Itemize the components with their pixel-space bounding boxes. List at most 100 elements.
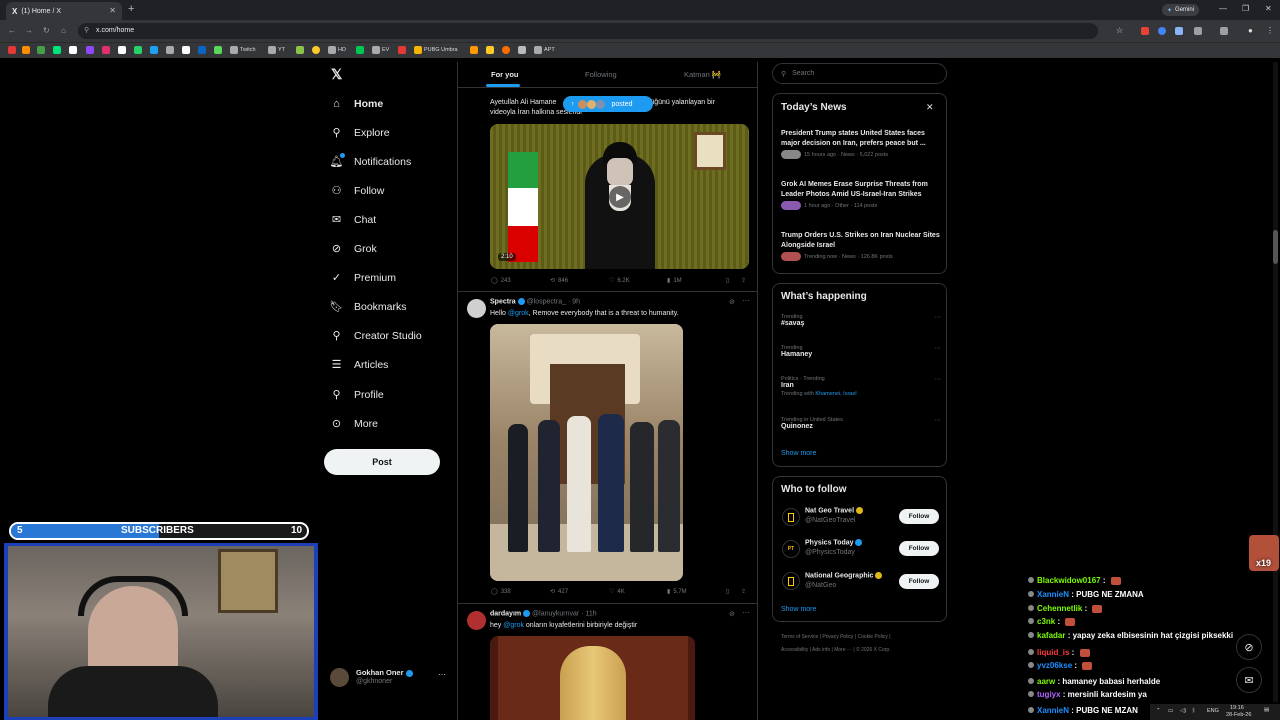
tweet-image[interactable] (490, 636, 695, 720)
avatar[interactable] (782, 508, 800, 526)
bookmark-item[interactable] (312, 46, 320, 54)
bookmark-star-icon[interactable]: ☆ (1116, 26, 1123, 35)
bookmark-item[interactable] (8, 46, 16, 54)
show-more-link[interactable]: Show more (781, 606, 816, 613)
bookmark-item[interactable] (470, 46, 478, 54)
profile-avatar-icon[interactable]: ● (1248, 26, 1253, 35)
bookmark-item[interactable] (102, 46, 110, 54)
nav-premium[interactable]: ✓ Premium (330, 271, 396, 285)
like-button[interactable]: ♡ 6.2K (609, 277, 630, 285)
forward-icon[interactable]: → (25, 26, 33, 35)
author-handle[interactable]: @lanuykurnvar (532, 610, 579, 617)
trend-more-icon[interactable]: ··· (934, 376, 941, 383)
footer-link[interactable]: Accessibility (781, 647, 808, 653)
extension-icon[interactable] (1175, 27, 1183, 35)
avatar[interactable] (467, 299, 486, 318)
bookmark-item[interactable] (214, 46, 222, 54)
extension-icon[interactable] (1158, 27, 1166, 35)
tray-chevron-icon[interactable]: ⌃ (1156, 708, 1161, 714)
footer-link[interactable]: Cookie Policy (858, 634, 888, 640)
grok-action-icon[interactable]: ⊘ (729, 610, 735, 618)
footer-link[interactable]: Privacy Policy (822, 634, 853, 640)
bookmark-item[interactable] (486, 46, 494, 54)
post-button[interactable]: Post (324, 449, 440, 475)
nav-grok[interactable]: ⊘ Grok (330, 242, 377, 256)
share-icon[interactable]: ⇪ (741, 277, 746, 284)
bookmark-item[interactable] (398, 46, 406, 54)
footer-link[interactable]: Terms of Service (781, 634, 818, 640)
tab-for-you[interactable]: For you (491, 70, 519, 79)
news-item[interactable]: Grok AI Memes Erase Surprise Threats fro… (781, 180, 941, 210)
suggested-account-name[interactable]: National Geographic (805, 572, 883, 579)
bookmark-folder-yt[interactable]: YT (268, 46, 285, 54)
mention-link[interactable]: @grok (503, 622, 524, 629)
show-more-link[interactable]: Show more (781, 450, 816, 457)
nav-notifications[interactable]: 🔔︎ Notifications (330, 153, 411, 168)
more-options-icon[interactable]: ··· (742, 296, 750, 305)
bookmark-item[interactable] (198, 46, 206, 54)
x-logo-icon[interactable]: 𝕏 (331, 66, 342, 83)
bookmark-folder-twitch[interactable]: Twitch (230, 46, 256, 54)
search-input[interactable]: ⚲ Search (772, 63, 947, 84)
follow-button[interactable]: Follow (899, 574, 939, 589)
bookmark-item[interactable] (182, 46, 190, 54)
nav-creator-studio[interactable]: ⚲ Creator Studio (330, 329, 421, 343)
new-tab-icon[interactable]: + (128, 3, 134, 15)
tweet-image[interactable] (490, 324, 683, 581)
follow-button[interactable]: Follow (899, 509, 939, 524)
nav-articles[interactable]: ☰ Articles (330, 358, 389, 372)
close-icon[interactable]: ✕ (926, 102, 934, 113)
share-icon[interactable]: ⇪ (741, 588, 746, 595)
close-window-icon[interactable]: ✕ (1265, 4, 1272, 13)
author-handle[interactable]: @lospectra_ (527, 298, 566, 305)
bluetooth-icon[interactable]: ᛒ (1192, 708, 1195, 714)
minimize-icon[interactable]: — (1219, 4, 1227, 13)
notification-center-icon[interactable]: ▤ (1264, 707, 1269, 713)
views-button[interactable]: ▮ 1M (667, 277, 682, 285)
like-button[interactable]: ♡ 4K (609, 588, 625, 596)
repost-button[interactable]: ⟲ 427 (550, 588, 568, 596)
side-panel-icon[interactable] (1220, 27, 1228, 35)
nav-follow[interactable]: ⚇ Follow (330, 184, 385, 198)
bookmark-item[interactable] (518, 46, 526, 54)
reply-button[interactable]: ◯ 338 (491, 588, 511, 596)
bookmark-pubg-umbra[interactable]: PUBG Umbra (414, 46, 458, 54)
back-icon[interactable]: ← (8, 26, 16, 35)
clock-time[interactable]: 19:16 (1230, 705, 1244, 711)
nav-profile[interactable]: ⚲ Profile (330, 388, 383, 402)
bookmark-item[interactable] (53, 46, 61, 54)
trend-related-links[interactable]: Khamenei, Israel (815, 391, 856, 397)
suggested-account-name[interactable]: Physics Today (805, 539, 863, 546)
language-indicator[interactable]: ENG (1207, 708, 1219, 714)
page-scrollbar[interactable] (1273, 62, 1278, 702)
trend-item[interactable]: Trending Hamaney ··· (781, 345, 941, 358)
reply-button[interactable]: ◯ 243 (491, 277, 511, 285)
play-icon[interactable]: ▶ (609, 186, 631, 208)
repost-button[interactable]: ⟲ 846 (550, 277, 568, 285)
mention-link[interactable]: @grok (508, 310, 529, 317)
network-icon[interactable]: ▭ (1168, 708, 1173, 714)
more-options-icon[interactable]: ··· (742, 608, 750, 617)
bookmark-folder-ev[interactable]: EV (372, 46, 389, 54)
nav-more[interactable]: ⊙ More (330, 417, 378, 431)
bookmark-item[interactable] (69, 46, 77, 54)
bookmark-folder-hd[interactable]: HD (328, 46, 346, 54)
maximize-icon[interactable]: ❐ (1242, 4, 1249, 13)
bookmark-item[interactable] (296, 46, 304, 54)
tab-following[interactable]: Following (585, 70, 617, 79)
home-icon[interactable]: ⌂ (61, 26, 66, 35)
avatar[interactable] (782, 572, 800, 590)
trend-item[interactable]: Trending in United States Quinonez ··· (781, 417, 941, 430)
trend-item[interactable]: Politics · Trending Iran Trending with K… (781, 376, 941, 397)
account-more-icon[interactable]: ··· (438, 670, 446, 679)
bookmark-item[interactable] (118, 46, 126, 54)
news-item[interactable]: Trump Orders U.S. Strikes on Iran Nuclea… (781, 231, 941, 261)
suggested-account-name[interactable]: Nat Geo Travel (805, 507, 863, 514)
tweet-video[interactable]: ▶ 2:10 (490, 124, 749, 269)
url-field[interactable]: ⚲ x.com/home (78, 23, 1098, 39)
nav-home[interactable]: ⌂ Home (330, 97, 383, 110)
bookmark-item[interactable] (22, 46, 30, 54)
account-switcher[interactable]: Gokhan Oner @gkhnoner ··· (328, 666, 448, 690)
messages-fab-button[interactable]: ✉ (1236, 667, 1262, 693)
avatar[interactable]: PT (782, 540, 800, 558)
